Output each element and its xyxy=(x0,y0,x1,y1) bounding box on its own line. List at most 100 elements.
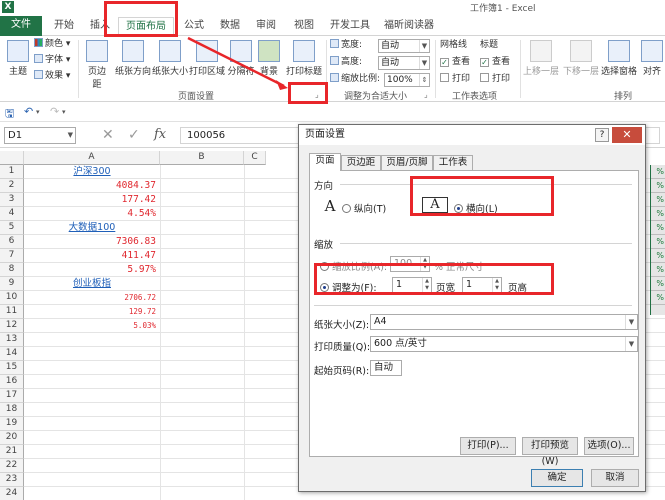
row-header[interactable]: 24 xyxy=(0,487,24,500)
tab-review[interactable]: 审阅 xyxy=(252,17,280,36)
row-header[interactable]: 19 xyxy=(0,417,24,431)
row-header[interactable]: 10 xyxy=(0,291,24,305)
cell-a4[interactable]: 4.54% xyxy=(24,207,160,221)
background-button[interactable]: 背景 xyxy=(256,40,282,77)
column-header-c[interactable]: C xyxy=(244,151,266,165)
cancel-icon[interactable]: ✕ xyxy=(102,127,114,143)
tab-view[interactable]: 视图 xyxy=(290,17,318,36)
size-button[interactable]: 纸张大小 xyxy=(152,40,188,77)
row-header[interactable]: 17 xyxy=(0,389,24,403)
cell-a11[interactable]: 129.72 xyxy=(24,305,160,319)
row-header[interactable]: 11 xyxy=(0,305,24,319)
cell-a2[interactable]: 4084.37 xyxy=(24,179,160,193)
cell-a7[interactable]: 411.47 xyxy=(24,249,160,263)
tab-page-layout[interactable]: 页面布局 xyxy=(118,17,174,36)
row-header[interactable]: 3 xyxy=(0,193,24,207)
tab-header-footer[interactable]: 页眉/页脚 xyxy=(381,155,433,171)
row-header[interactable]: 16 xyxy=(0,375,24,389)
tab-formulas[interactable]: 公式 xyxy=(180,17,208,36)
row-header[interactable]: 20 xyxy=(0,431,24,445)
tab-margins[interactable]: 页边距 xyxy=(341,155,381,171)
selection-pane-button[interactable]: 选择窗格 xyxy=(600,40,638,77)
cell-a5[interactable]: 大数据100 xyxy=(24,221,160,235)
undo-icon[interactable]: ↶ xyxy=(24,105,33,118)
width-select[interactable]: 自动 ▼ xyxy=(378,39,430,53)
tab-home[interactable]: 开始 xyxy=(50,17,78,36)
pages-wide-spinner[interactable]: 1 ▲ ▼ xyxy=(392,277,432,293)
row-header[interactable]: 5 xyxy=(0,221,24,235)
row-header[interactable]: 2 xyxy=(0,179,24,193)
paper-size-select[interactable]: A4 ▼ xyxy=(370,314,638,330)
cell-a12[interactable]: 5.03% xyxy=(24,319,160,333)
tab-foxit-reader[interactable]: 福昕阅读器 xyxy=(382,17,436,36)
bring-forward-button[interactable]: 上移一层 xyxy=(522,40,560,77)
cell-a3[interactable]: 177.42 xyxy=(24,193,160,207)
height-select[interactable]: 自动 ▼ xyxy=(378,56,430,70)
cell-a1[interactable]: 沪深300 xyxy=(24,165,160,179)
headings-view-checkbox[interactable]: ✓ 查看 xyxy=(480,56,510,69)
send-backward-button[interactable]: 下移一层 xyxy=(562,40,600,77)
print-titles-button[interactable]: 打印标题 xyxy=(284,40,324,77)
row-header[interactable]: 6 xyxy=(0,235,24,249)
insert-function-icon[interactable]: fx xyxy=(154,127,166,142)
cell-a6[interactable]: 7306.83 xyxy=(24,235,160,249)
column-header-b[interactable]: B xyxy=(160,151,244,165)
breaks-button[interactable]: 分隔符 xyxy=(226,40,256,77)
gridlines-view-checkbox[interactable]: ✓ 查看 xyxy=(440,56,470,69)
scale-spinner[interactable]: 100% ⇕ xyxy=(384,73,430,87)
tab-file[interactable]: 文件 xyxy=(0,16,42,36)
theme-fonts-button[interactable]: 字体 ▾ xyxy=(34,54,70,67)
cell-a10[interactable]: 2706.72 xyxy=(24,291,160,305)
row-header[interactable]: 1 xyxy=(0,165,24,179)
print-button[interactable]: 打印(P)... xyxy=(460,437,516,455)
enter-check-icon[interactable]: ✓ xyxy=(128,127,140,143)
row-header[interactable]: 22 xyxy=(0,459,24,473)
gridlines-print-checkbox[interactable]: 打印 xyxy=(440,73,470,86)
chevron-down-icon[interactable]: ▾ xyxy=(36,108,40,116)
row-header[interactable]: 12 xyxy=(0,319,24,333)
margins-button[interactable]: 页边距 xyxy=(84,40,110,90)
row-header[interactable]: 8 xyxy=(0,263,24,277)
tab-insert[interactable]: 插入 xyxy=(86,17,114,36)
cell-a9[interactable]: 创业板指 xyxy=(24,277,160,291)
fit-to-radio[interactable]: 调整为(F): xyxy=(320,280,377,294)
row-header[interactable]: 14 xyxy=(0,347,24,361)
scale-launcher-icon[interactable]: ⌟ xyxy=(424,90,428,99)
options-button[interactable]: 选项(O)... xyxy=(584,437,634,455)
name-box[interactable]: D1 ▼ xyxy=(4,127,76,144)
portrait-radio[interactable]: 纵向(T) xyxy=(342,201,386,215)
headings-print-checkbox[interactable]: 打印 xyxy=(480,73,510,86)
align-button[interactable]: 对齐 xyxy=(640,40,664,77)
row-header[interactable]: 7 xyxy=(0,249,24,263)
first-page-number-input[interactable]: 自动 xyxy=(370,360,402,376)
row-header[interactable]: 15 xyxy=(0,361,24,375)
theme-colors-button[interactable]: 颜色 ▾ xyxy=(34,38,70,51)
cell-a8[interactable]: 5.97% xyxy=(24,263,160,277)
row-header[interactable]: 13 xyxy=(0,333,24,347)
chevron-down-icon[interactable]: ▾ xyxy=(62,108,66,116)
tab-page[interactable]: 页面 xyxy=(309,153,341,171)
cancel-button[interactable]: 取消 xyxy=(591,469,639,487)
print-area-button[interactable]: 打印区域 xyxy=(188,40,226,77)
adjust-to-radio[interactable]: 缩放比例(A): xyxy=(320,259,387,273)
tab-developer[interactable]: 开发工具 xyxy=(328,17,372,36)
row-header[interactable]: 9 xyxy=(0,277,24,291)
row-header[interactable]: 18 xyxy=(0,403,24,417)
row-header[interactable]: 23 xyxy=(0,473,24,487)
orientation-button[interactable]: 纸张方向 xyxy=(114,40,152,77)
select-all-corner[interactable] xyxy=(0,151,24,165)
print-preview-button[interactable]: 打印预览(W) xyxy=(522,437,578,467)
print-quality-select[interactable]: 600 点/英寸 ▼ xyxy=(370,336,638,352)
redo-icon[interactable]: ↷ xyxy=(50,105,59,118)
page-setup-launcher-icon[interactable]: ⌟ xyxy=(315,90,319,99)
pages-tall-spinner[interactable]: 1 ▲ ▼ xyxy=(462,277,502,293)
adjust-percent-spinner[interactable]: 100 ▲ ▼ xyxy=(390,256,430,272)
landscape-radio[interactable]: 横向(L) xyxy=(454,201,498,215)
theme-effects-button[interactable]: 效果 ▾ xyxy=(34,70,70,83)
column-header-a[interactable]: A xyxy=(24,151,160,165)
close-icon[interactable]: ✕ xyxy=(612,127,642,143)
tab-sheet[interactable]: 工作表 xyxy=(433,155,473,171)
row-header[interactable]: 21 xyxy=(0,445,24,459)
themes-button[interactable]: 主题 xyxy=(4,40,32,77)
ok-button[interactable]: 确定 xyxy=(531,469,583,487)
